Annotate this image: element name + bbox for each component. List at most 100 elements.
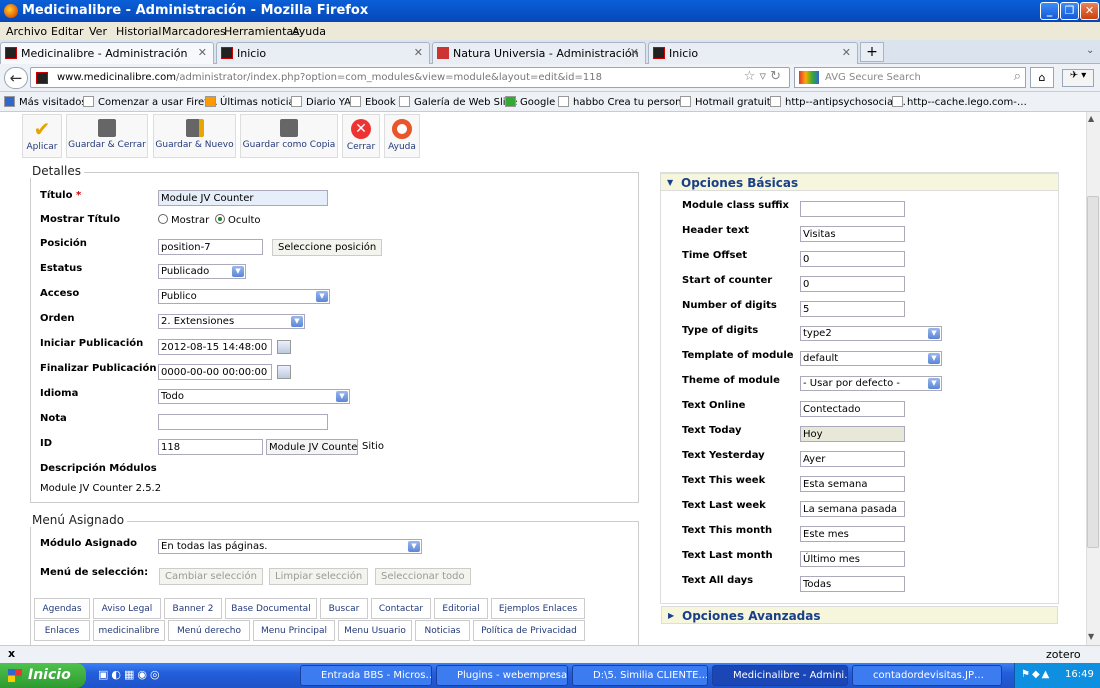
seleccione-posicion-button[interactable]: Seleccione posición [272, 239, 383, 256]
menu-tab-editorial[interactable]: Editorial [434, 598, 488, 619]
bookmark-antipsycho[interactable]: http--antipsychosocial… [770, 96, 906, 108]
bookmark-google[interactable]: Google [505, 96, 555, 108]
limpiar-seleccion-button[interactable]: Limpiar selección [269, 568, 369, 585]
menu-tab-enlaces[interactable]: Enlaces [34, 620, 90, 641]
scrollbar-thumb[interactable] [1087, 196, 1099, 548]
time-offset-input[interactable]: 0 [800, 251, 905, 267]
home-button[interactable]: ⌂ [1030, 67, 1054, 88]
aplicar-button[interactable]: ✔ Aplicar [22, 114, 62, 158]
scroll-up-icon[interactable]: ▲ [1088, 114, 1094, 123]
maximize-button[interactable]: ❐ [1060, 2, 1079, 20]
text-all-days-input[interactable]: Todas [800, 576, 905, 592]
menu-tab-politica-privacidad[interactable]: Política de Privacidad [473, 620, 585, 641]
iniciar-publicacion-input[interactable]: 2012-08-15 14:48:00 [158, 339, 272, 355]
tab-close-icon[interactable]: ✕ [842, 46, 851, 59]
module-class-suffix-input[interactable] [800, 201, 905, 217]
finalizar-publicacion-input[interactable]: 0000-00-00 00:00:00 [158, 364, 272, 380]
posicion-input[interactable]: position-7 [158, 239, 263, 255]
tab-close-icon[interactable]: ✕ [414, 46, 423, 59]
mostrar-radio[interactable]: Mostrar [158, 214, 209, 226]
menu-ayuda[interactable]: Ayuda [292, 25, 326, 38]
text-this-week-input[interactable]: Esta semana [800, 476, 905, 492]
menu-tab-medicinalibre[interactable]: medicinalibre [93, 620, 165, 641]
bookmark-comenzar[interactable]: Comenzar a usar Firef… [83, 96, 218, 108]
menu-tab-contactar[interactable]: Contactar [371, 598, 431, 619]
search-icon[interactable]: ⌕ [1014, 69, 1021, 84]
tab-natura-universia[interactable]: Natura Universia - Administración ✕ [432, 42, 646, 64]
guardar-cerrar-button[interactable]: Guardar & Cerrar [66, 114, 148, 158]
text-today-input[interactable]: Hoy [800, 426, 905, 442]
cerrar-button[interactable]: ✕ Cerrar [342, 114, 380, 158]
task-plugins[interactable]: Plugins - webempresa… [436, 665, 568, 686]
addon-icon[interactable]: ✈ ▾ [1062, 69, 1094, 87]
text-yesterday-input[interactable]: Ayer [800, 451, 905, 467]
type-of-digits-select[interactable]: type2 ▼ [800, 326, 942, 341]
idioma-select[interactable]: Todo ▼ [158, 389, 350, 404]
menu-tab-banner-2[interactable]: Banner 2 [164, 598, 222, 619]
menu-historial[interactable]: Historial [116, 25, 161, 38]
menu-tab-base-documental[interactable]: Base Documental [225, 598, 317, 619]
bookmark-habbo[interactable]: habbo Crea tu person… [558, 96, 692, 108]
bookmark-ultimas-noticias[interactable]: Últimas noticias [205, 96, 300, 108]
scroll-down-icon[interactable]: ▼ [1088, 632, 1094, 641]
back-button[interactable]: ← [4, 67, 28, 89]
text-last-week-input[interactable]: La semana pasada [800, 501, 905, 517]
bookmark-diario-ya[interactable]: Diario YA [291, 96, 351, 108]
bookmark-hotmail[interactable]: Hotmail gratuito [680, 96, 777, 108]
close-addon-bar-icon[interactable]: x [8, 647, 15, 660]
cambiar-seleccion-button[interactable]: Cambiar selección [159, 568, 263, 585]
text-last-month-input[interactable]: Último mes [800, 551, 905, 567]
header-text-input[interactable]: Visitas [800, 226, 905, 242]
tab-inicio-2[interactable]: Inicio ✕ [648, 42, 858, 64]
bookmark-ebook[interactable]: Ebook [350, 96, 396, 108]
bookmark-lego[interactable]: http--cache.lego.com-… [892, 96, 1027, 108]
menu-ver[interactable]: Ver [89, 25, 107, 38]
url-bar[interactable]: www.medicinalibre.com/administrator/inde… [30, 67, 790, 88]
number-of-digits-input[interactable]: 5 [800, 301, 905, 317]
seleccionar-todo-button[interactable]: Seleccionar todo [375, 568, 471, 585]
quick-launch-icons[interactable]: ▣◐▦◉◎ [98, 668, 163, 681]
new-tab-button[interactable]: + [860, 42, 884, 62]
modulo-asignado-select[interactable]: En todas las páginas. ▼ [158, 539, 422, 554]
calendar-icon[interactable] [277, 365, 291, 379]
menu-archivo[interactable]: Archivo [6, 25, 47, 38]
tab-medicinalibre[interactable]: Medicinalibre - Administración ✕ [0, 42, 214, 64]
task-contador[interactable]: contadordevisitas.JP… [852, 665, 1002, 686]
bookmark-mas-visitados[interactable]: Más visitados [4, 96, 87, 108]
menu-marcadores[interactable]: Marcadores [162, 25, 226, 38]
opciones-avanzadas-header[interactable]: ▶ Opciones Avanzadas [661, 606, 1058, 624]
zotero-label[interactable]: zotero [1046, 648, 1081, 661]
menu-tab-menu-usuario[interactable]: Menu Usuario [338, 620, 412, 641]
tab-inicio-1[interactable]: Inicio ✕ [216, 42, 430, 64]
theme-of-module-select[interactable]: - Usar por defecto - ▼ [800, 376, 942, 391]
guardar-copia-button[interactable]: Guardar como Copia [240, 114, 338, 158]
menu-tab-menu-principal[interactable]: Menu Principal [253, 620, 335, 641]
bookmark-star-icon[interactable]: ☆ ▿ ↻ [744, 69, 781, 84]
estatus-select[interactable]: Publicado ▼ [158, 264, 246, 279]
ayuda-button[interactable]: Ayuda [384, 114, 420, 158]
nota-input[interactable] [158, 414, 328, 430]
start-button[interactable]: Inicio [0, 663, 86, 688]
menu-tab-ejemplos-enlaces[interactable]: Ejemplos Enlaces [491, 598, 585, 619]
search-bar[interactable]: AVG Secure Search ⌕ [794, 67, 1026, 88]
task-entrada-bbs[interactable]: Entrada BBS - Micros… [300, 665, 432, 686]
tab-close-icon[interactable]: ✕ [198, 46, 207, 59]
tray-icons[interactable]: ⚑◆▲ [1021, 669, 1051, 680]
oculto-radio[interactable]: Oculto [215, 214, 261, 226]
acceso-select[interactable]: Publico ▼ [158, 289, 330, 304]
calendar-icon[interactable] [277, 340, 291, 354]
menu-tab-agendas[interactable]: Agendas [34, 598, 90, 619]
menu-tab-menu-derecho[interactable]: Menú derecho [168, 620, 250, 641]
text-this-month-input[interactable]: Este mes [800, 526, 905, 542]
tab-list-icon[interactable]: ⌄ [1086, 45, 1094, 56]
menu-tab-aviso-legal[interactable]: Aviso Legal [93, 598, 161, 619]
opciones-basicas-header[interactable]: ▼ Opciones Básicas [661, 173, 1058, 191]
menu-editar[interactable]: Editar [51, 25, 84, 38]
task-medicinalibre[interactable]: Medicinalibre - Admini… [712, 665, 848, 686]
orden-select[interactable]: 2. Extensiones ▼ [158, 314, 305, 329]
text-online-input[interactable]: Contectado [800, 401, 905, 417]
start-of-counter-input[interactable]: 0 [800, 276, 905, 292]
menu-herramientas[interactable]: Herramientas [224, 25, 299, 38]
template-of-module-select[interactable]: default ▼ [800, 351, 942, 366]
minimize-button[interactable]: _ [1040, 2, 1059, 20]
